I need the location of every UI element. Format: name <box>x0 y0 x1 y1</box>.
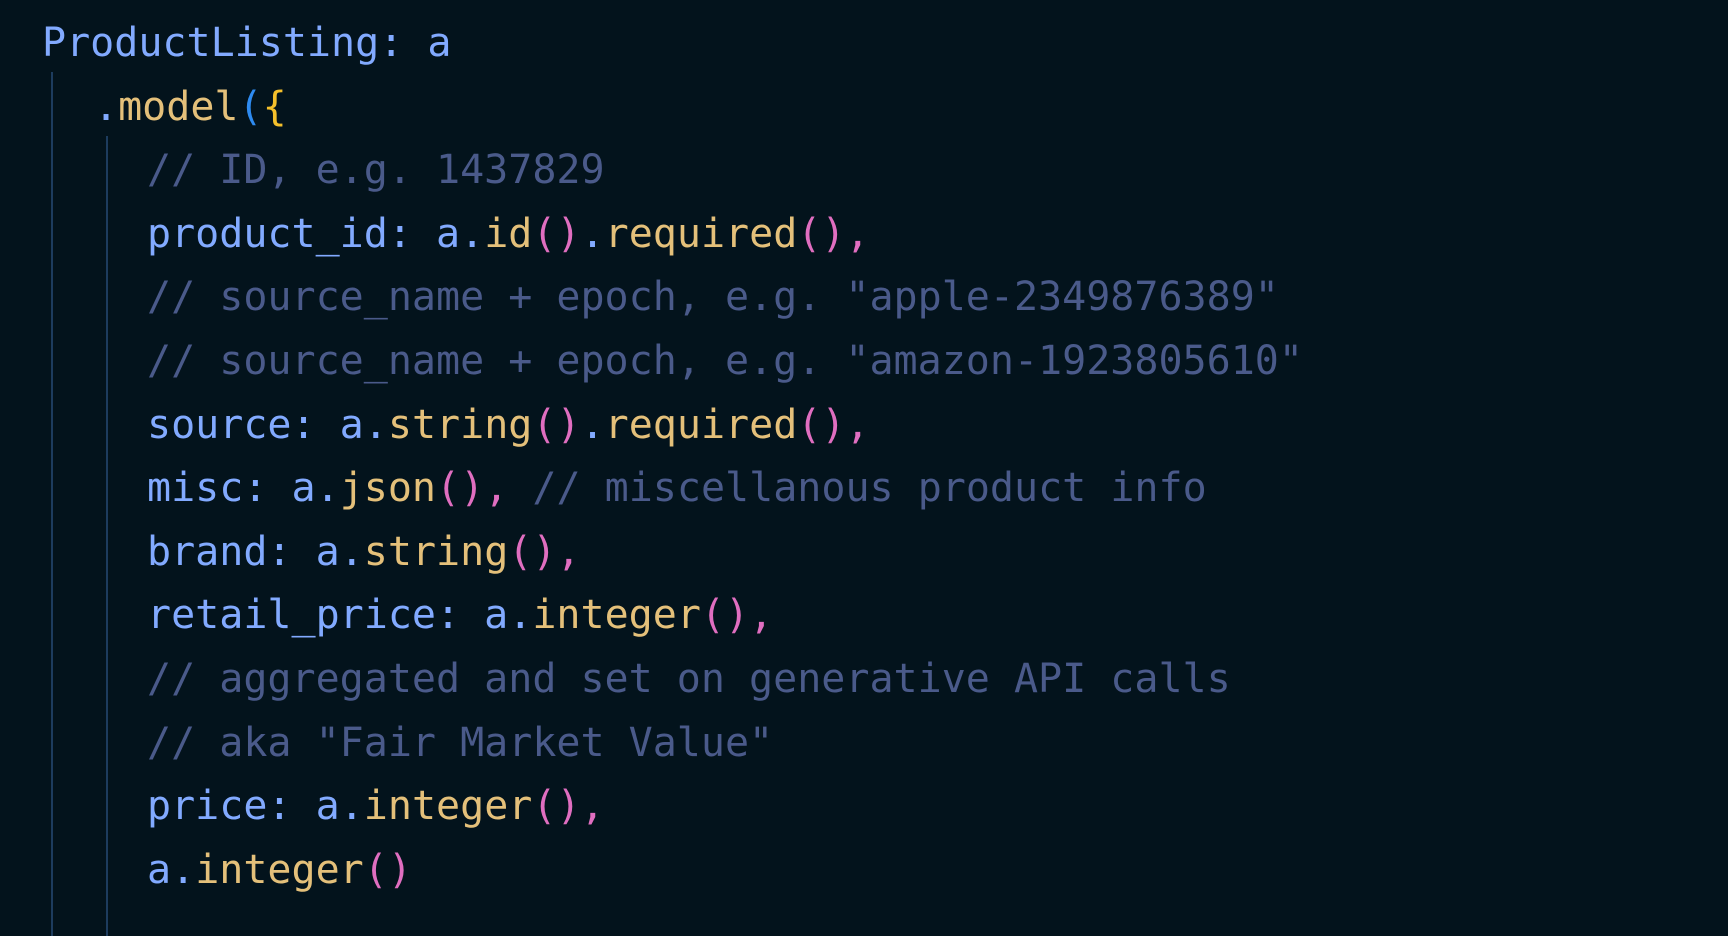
code-token-comment: // source_name + epoch, e.g. "apple-2349… <box>147 274 1279 321</box>
code-line[interactable]: price: a.integer(), <box>0 775 1728 839</box>
code-token-dot: . <box>363 401 388 448</box>
code-token-ident: a <box>315 528 340 575</box>
code-token-ident: a <box>291 465 316 512</box>
code-line[interactable]: // aggregated and set on generative API … <box>0 648 1728 712</box>
code-line[interactable]: // ID, e.g. 1437829 <box>0 139 1728 203</box>
code-token-method: integer <box>363 783 533 830</box>
code-line[interactable]: source: a.string().required(), <box>0 394 1728 458</box>
code-token-comma: , <box>749 592 774 639</box>
code-line[interactable]: product_id: a.id().required(), <box>0 203 1728 267</box>
code-token-ident: ProductListing <box>42 20 380 66</box>
code-token-ident: a <box>147 846 172 893</box>
code-token-ident: a <box>427 20 452 66</box>
code-token-paren: () <box>532 210 581 257</box>
code-token-punct <box>508 465 532 511</box>
code-token-punct: : <box>267 783 316 830</box>
code-token-paren: () <box>532 401 581 448</box>
code-token-dot: . <box>460 210 485 257</box>
code-token-method: id <box>484 210 533 257</box>
code-token-brace: { <box>262 83 287 130</box>
code-token-punct: : <box>435 592 485 639</box>
code-token-comma: , <box>556 528 581 575</box>
code-token-comment: // miscellanous product info <box>532 465 1207 512</box>
code-token-paren: () <box>436 465 485 512</box>
code-token-dot: . <box>339 783 364 830</box>
code-token-punct: : <box>387 210 436 257</box>
code-token-comment: // aggregated and set on generative API … <box>147 655 1231 702</box>
code-token-method: string <box>363 528 509 575</box>
code-token-comment: // ID, e.g. 1437829 <box>147 147 605 194</box>
code-token-ident: product_id <box>147 210 388 257</box>
code-token-dot: . <box>315 465 340 512</box>
code-token-dot: . <box>94 83 119 130</box>
code-line[interactable]: // source_name + epoch, e.g. "apple-2349… <box>0 266 1728 330</box>
code-token-dot: . <box>580 210 605 257</box>
code-line[interactable]: // aka "Fair Market Value" <box>0 712 1728 776</box>
code-line[interactable]: // source_name + epoch, e.g. "amazon-192… <box>0 330 1728 394</box>
code-token-paren: () <box>797 401 846 448</box>
code-token-ident: price <box>147 783 268 830</box>
code-line[interactable]: a.integer() <box>0 839 1728 903</box>
code-token-comma: , <box>845 210 870 257</box>
code-token-ident: misc <box>147 465 244 512</box>
code-token-comma: , <box>580 783 605 830</box>
code-token-method: integer <box>532 592 701 639</box>
code-token-method: string <box>387 401 533 448</box>
code-token-method: required <box>604 401 798 448</box>
code-token-method: required <box>604 210 798 257</box>
code-editor-viewport: ProductListing: a .model({// ID, e.g. 143… <box>0 0 1728 936</box>
code-token-dot: . <box>508 592 533 639</box>
code-token-ident: a <box>315 783 340 830</box>
code-token-paren2: ( <box>238 83 263 130</box>
code-token-ident: brand <box>147 528 268 575</box>
code-line[interactable]: .model({ <box>0 76 1728 140</box>
code-line[interactable]: ProductListing: a <box>0 12 1728 76</box>
code-token-comma: , <box>484 465 509 512</box>
code-token-dot: . <box>171 846 196 893</box>
code-token-comment: // aka "Fair Market Value" <box>147 719 774 766</box>
code-token-comma: , <box>845 401 870 448</box>
code-token-paren: () <box>797 210 846 257</box>
code-token-ident: a <box>339 401 364 448</box>
code-token-punct: : <box>267 528 316 575</box>
code-token-method: json <box>339 465 437 512</box>
code-token-comment: // source_name + epoch, e.g. "amazon-192… <box>147 337 1303 384</box>
code-token-paren: () <box>700 592 750 639</box>
code-token-punct: : <box>243 465 292 512</box>
code-token-method: integer <box>195 846 364 893</box>
code-block[interactable]: ProductListing: a .model({// ID, e.g. 143… <box>0 0 1728 902</box>
code-token-paren: () <box>532 783 581 830</box>
code-token-paren: () <box>508 528 557 575</box>
code-token-punct: : <box>379 20 428 66</box>
code-line[interactable]: brand: a.string(), <box>0 521 1728 585</box>
code-line[interactable]: retail_price: a.integer(), <box>0 584 1728 648</box>
code-token-punct: : <box>291 401 340 448</box>
code-token-ident: source <box>147 401 292 448</box>
code-token-method: model <box>118 83 239 130</box>
code-token-paren: () <box>363 846 412 893</box>
code-token-dot: . <box>580 401 605 448</box>
code-token-ident: a <box>484 592 509 639</box>
code-token-ident: retail_price <box>147 592 436 639</box>
code-token-ident: a <box>436 210 461 257</box>
code-token-dot: . <box>339 528 364 575</box>
code-line[interactable]: misc: a.json(), // miscellanous product … <box>0 457 1728 521</box>
